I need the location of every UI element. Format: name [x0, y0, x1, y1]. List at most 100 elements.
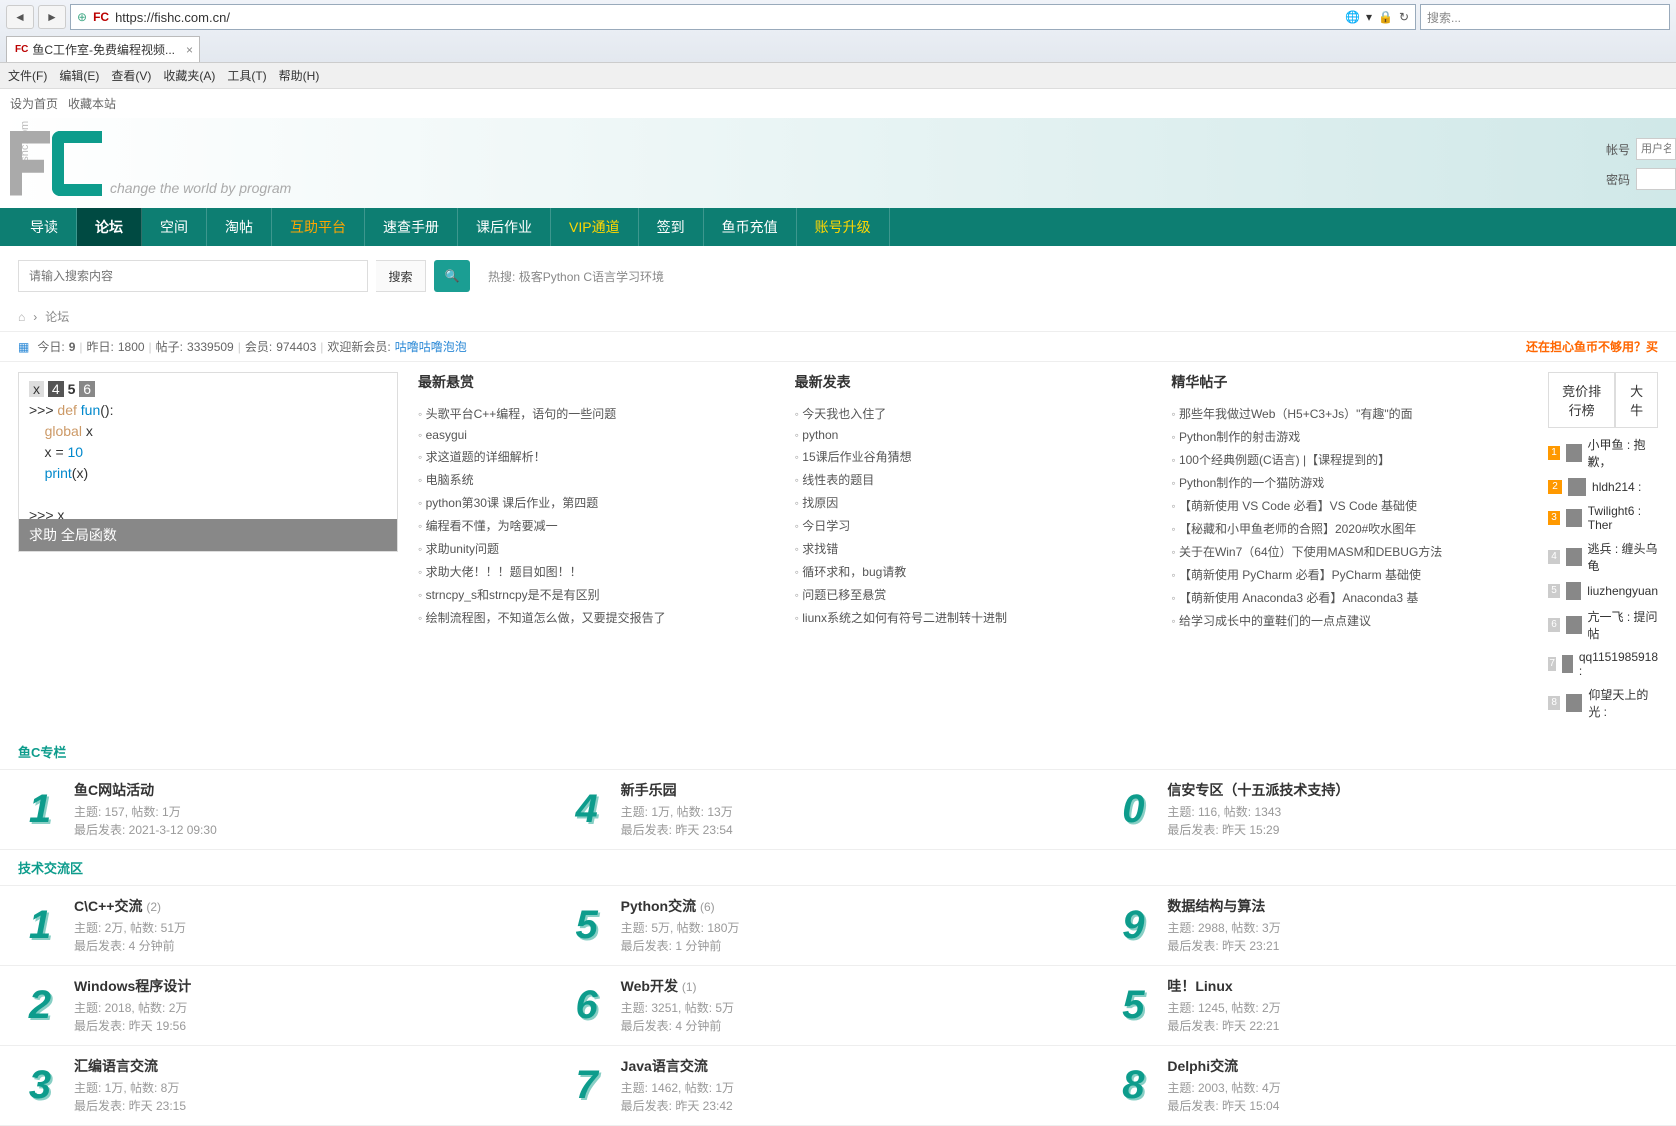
latest-link[interactable]: 今日学习 [795, 514, 1152, 537]
latest-link[interactable]: 问题已移至悬赏 [795, 583, 1152, 606]
forum-lastpost[interactable]: 最后发表: 昨天 23:15 [74, 1097, 565, 1115]
bounty-link[interactable]: 求助unity问题 [418, 537, 775, 560]
latest-link[interactable]: 今天我也入住了 [795, 402, 1152, 425]
search-button[interactable]: 🔍 [434, 260, 470, 292]
password-input[interactable] [1636, 168, 1676, 190]
section-header[interactable]: 鱼C专栏 [0, 734, 1676, 770]
forum-lastpost[interactable]: 最后发表: 4 分钟前 [74, 937, 565, 955]
latest-link[interactable]: python [795, 425, 1152, 445]
sub-link[interactable]: 收藏本站 [68, 95, 116, 112]
rank-row[interactable]: 5liuzhengyuan [1548, 578, 1658, 604]
breadcrumb-current[interactable]: 论坛 [45, 308, 69, 325]
featured-link[interactable]: 那些年我做过Web（H5+C3+Js）"有趣"的面 [1171, 402, 1528, 425]
latest-link[interactable]: 线性表的题目 [795, 468, 1152, 491]
url-bar[interactable]: ⊕ FC https://fishc.com.cn/ 🌐 ▾ 🔒 ↻ [70, 4, 1416, 30]
nav-淘帖[interactable]: 淘帖 [207, 208, 272, 246]
forum-title[interactable]: 哇！Linux [1167, 976, 1658, 996]
tab-ranking[interactable]: 竞价排行榜 [1548, 372, 1615, 428]
forum-title[interactable]: Windows程序设计 [74, 976, 565, 996]
menu-item[interactable]: 编辑(E) [59, 67, 99, 84]
menu-item[interactable]: 工具(T) [227, 67, 266, 84]
nav-论坛[interactable]: 论坛 [77, 208, 142, 246]
featured-link[interactable]: 【秘藏和小甲鱼老师的合照】2020#吹水图年 [1171, 517, 1528, 540]
menu-item[interactable]: 文件(F) [8, 67, 47, 84]
featured-link[interactable]: 给学习成长中的童鞋们的一点点建议 [1171, 609, 1528, 632]
forum-lastpost[interactable]: 最后发表: 昨天 19:56 [74, 1017, 565, 1035]
bounty-link[interactable]: easygui [418, 425, 775, 445]
nav-空间[interactable]: 空间 [142, 208, 207, 246]
newest-member-link[interactable]: 咕噜咕噜泡泡 [395, 338, 467, 355]
forum-cell[interactable]: 1 鱼C网站活动 主题: 157, 帖数: 1万 最后发表: 2021-3-12… [18, 780, 565, 839]
forum-cell[interactable]: 1 C\C++交流 (2) 主题: 2万, 帖数: 51万 最后发表: 4 分钟… [18, 896, 565, 955]
code-box-footer[interactable]: 求助 全局函数 [19, 519, 397, 551]
bounty-link[interactable]: 电脑系统 [418, 468, 775, 491]
forum-cell[interactable]: 8 Delphi交流 主题: 2003, 帖数: 4万 最后发表: 昨天 15:… [1111, 1056, 1658, 1115]
latest-link[interactable]: 循环求和，bug请教 [795, 560, 1152, 583]
menu-item[interactable]: 收藏夹(A) [163, 67, 215, 84]
nav-账号升级[interactable]: 账号升级 [797, 208, 890, 246]
featured-code-box[interactable]: x 4 5 6 >>> def fun(): global x x = 10 p… [18, 372, 398, 552]
featured-link[interactable]: Python制作的射击游戏 [1171, 425, 1528, 448]
nav-速查手册[interactable]: 速查手册 [365, 208, 458, 246]
username-input[interactable] [1636, 138, 1676, 160]
latest-link[interactable]: 求找错 [795, 537, 1152, 560]
forum-lastpost[interactable]: 最后发表: 昨天 15:29 [1167, 821, 1658, 839]
forum-lastpost[interactable]: 最后发表: 4 分钟前 [621, 1017, 1112, 1035]
rank-row[interactable]: 2hldh214 : [1548, 474, 1658, 500]
forum-title[interactable]: C\C++交流 (2) [74, 896, 565, 916]
dropdown-icon[interactable]: ▾ [1366, 10, 1372, 24]
forum-title[interactable]: Java语言交流 [621, 1056, 1112, 1076]
forum-cell[interactable]: 3 汇编语言交流 主题: 1万, 帖数: 8万 最后发表: 昨天 23:15 [18, 1056, 565, 1115]
latest-link[interactable]: 15课后作业谷角猜想 [795, 445, 1152, 468]
bounty-link[interactable]: 编程看不懂，为啥要减一 [418, 514, 775, 537]
featured-link[interactable]: 【萌新使用 Anaconda3 必看】Anaconda3 基 [1171, 586, 1528, 609]
forum-cell[interactable]: 5 哇！Linux 主题: 1245, 帖数: 2万 最后发表: 昨天 22:2… [1111, 976, 1658, 1035]
forum-title[interactable]: 数据结构与算法 [1167, 896, 1658, 916]
forum-title[interactable]: Web开发 (1) [621, 976, 1112, 996]
forum-cell[interactable]: 9 数据结构与算法 主题: 2988, 帖数: 3万 最后发表: 昨天 23:2… [1111, 896, 1658, 955]
menu-item[interactable]: 帮助(H) [279, 67, 320, 84]
forum-lastpost[interactable]: 最后发表: 昨天 22:21 [1167, 1017, 1658, 1035]
forum-lastpost[interactable]: 最后发表: 1 分钟前 [621, 937, 1112, 955]
home-icon[interactable]: ⌂ [18, 310, 25, 324]
menu-item[interactable]: 查看(V) [111, 67, 151, 84]
bounty-link[interactable]: 求这道题的详细解析！ [418, 445, 775, 468]
tab-daniu[interactable]: 大牛 [1615, 372, 1658, 428]
forum-title[interactable]: 信安专区（十五派技术支持） [1167, 780, 1658, 800]
forum-lastpost[interactable]: 最后发表: 昨天 23:21 [1167, 937, 1658, 955]
close-icon[interactable]: × [186, 43, 193, 57]
forum-lastpost[interactable]: 最后发表: 2021-3-12 09:30 [74, 821, 565, 839]
forward-button[interactable]: ► [38, 5, 66, 29]
forum-cell[interactable]: 2 Windows程序设计 主题: 2018, 帖数: 2万 最后发表: 昨天 … [18, 976, 565, 1035]
browser-tab[interactable]: FC 鱼C工作室-免费编程视频... × [6, 36, 200, 62]
search-scope-select[interactable]: 搜索 [376, 260, 426, 292]
rank-row[interactable]: 7qq1151985918 : [1548, 646, 1658, 682]
featured-link[interactable]: 100个经典例题(C语言) |【课程提到的】 [1171, 448, 1528, 471]
rank-row[interactable]: 6亢一飞 : 提问帖 [1548, 604, 1658, 646]
forum-cell[interactable]: 4 新手乐园 主题: 1万, 帖数: 13万 最后发表: 昨天 23:54 [565, 780, 1112, 839]
featured-link[interactable]: 【萌新使用 PyCharm 必看】PyCharm 基础使 [1171, 563, 1528, 586]
bounty-link[interactable]: strncpy_s和strncpy是不是有区别 [418, 583, 775, 606]
nav-互助平台[interactable]: 互助平台 [272, 208, 365, 246]
nav-签到[interactable]: 签到 [639, 208, 704, 246]
featured-link[interactable]: 关于在Win7（64位）下使用MASM和DEBUG方法 [1171, 540, 1528, 563]
forum-title[interactable]: Delphi交流 [1167, 1056, 1658, 1076]
back-button[interactable]: ◄ [6, 5, 34, 29]
forum-cell[interactable]: 5 Python交流 (6) 主题: 5万, 帖数: 180万 最后发表: 1 … [565, 896, 1112, 955]
nav-课后作业[interactable]: 课后作业 [458, 208, 551, 246]
section-header[interactable]: 技术交流区 [0, 850, 1676, 886]
promo-link[interactable]: 还在担心鱼币不够用？买 [1526, 338, 1658, 355]
forum-title[interactable]: 鱼C网站活动 [74, 780, 565, 800]
refresh-icon[interactable]: ↻ [1399, 10, 1409, 24]
forum-lastpost[interactable]: 最后发表: 昨天 23:54 [621, 821, 1112, 839]
rank-row[interactable]: 8仰望天上的光 : [1548, 682, 1658, 724]
latest-link[interactable]: liunx系统之如何有符号二进制转十进制 [795, 606, 1152, 629]
nav-鱼币充值[interactable]: 鱼币充值 [704, 208, 797, 246]
bounty-link[interactable]: 绘制流程图，不知道怎么做，又要提交报告了 [418, 606, 775, 629]
bounty-link[interactable]: 头歌平台C++编程，语句的一些问题 [418, 402, 775, 425]
sub-link[interactable]: 设为首页 [10, 95, 58, 112]
featured-link[interactable]: Python制作的一个猫防游戏 [1171, 471, 1528, 494]
forum-lastpost[interactable]: 最后发表: 昨天 15:04 [1167, 1097, 1658, 1115]
nav-导读[interactable]: 导读 [12, 208, 77, 246]
forum-title[interactable]: 新手乐园 [621, 780, 1112, 800]
